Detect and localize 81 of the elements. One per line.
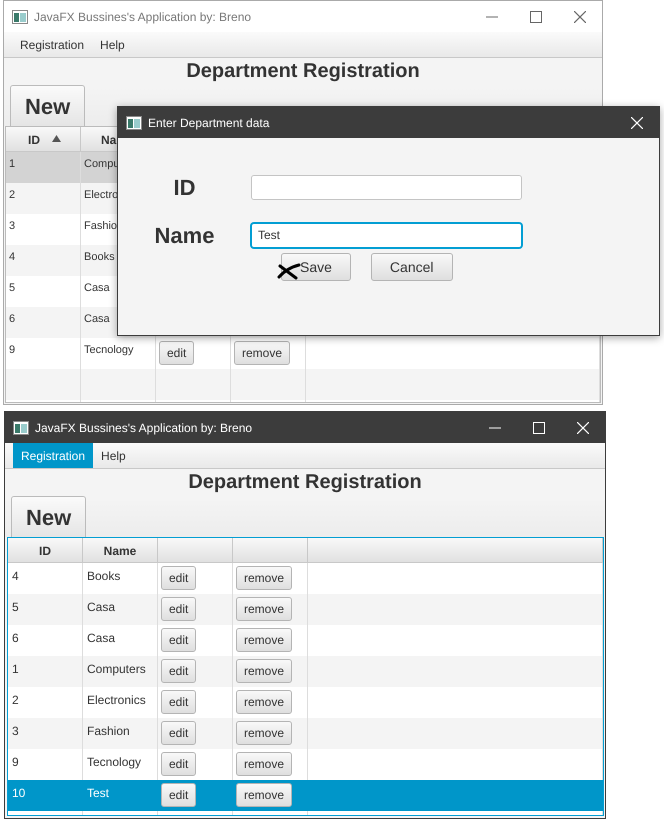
cell-text: 9 xyxy=(9,344,16,356)
remove-button[interactable]: remove xyxy=(236,628,292,652)
edit-button[interactable]: edit xyxy=(161,721,196,745)
remove-button[interactable]: remove xyxy=(236,783,292,807)
cell-text: 5 xyxy=(9,282,16,294)
app-icon xyxy=(126,116,142,130)
edit-button[interactable]: edit xyxy=(161,690,196,714)
window-title: JavaFX Bussines's Application by: Breno xyxy=(34,8,252,26)
remove-button[interactable]: remove xyxy=(236,566,292,590)
table-cell: Books xyxy=(84,251,115,263)
cell-text: 6 xyxy=(9,313,16,325)
table-cell: Electronics xyxy=(87,693,146,707)
table-cell: Casa xyxy=(84,313,110,325)
table-cell: Electro xyxy=(84,189,118,201)
cell-text: 9 xyxy=(12,755,19,769)
table-row[interactable]: 1 Computers edit remove xyxy=(8,656,603,687)
field-label: ID xyxy=(172,174,196,202)
table-cell: Tecnology xyxy=(87,755,142,769)
remove-button[interactable]: remove xyxy=(236,690,292,714)
edit-button[interactable]: edit xyxy=(161,566,196,590)
header-label: Na xyxy=(101,132,116,149)
new-button[interactable]: New xyxy=(11,496,86,537)
table-row[interactable]: 5 Casa edit remove xyxy=(8,594,603,625)
remove-button[interactable]: remove xyxy=(236,597,292,621)
cell-text: 3 xyxy=(12,724,19,738)
edit-button[interactable]: edit xyxy=(159,341,194,365)
edit-button[interactable]: edit xyxy=(161,628,196,652)
cell-text: 2 xyxy=(12,693,19,707)
table-cell: Books xyxy=(87,569,120,583)
cell-text: 1 xyxy=(9,158,16,170)
table-cell: Tecnology xyxy=(84,344,134,356)
window-title: JavaFX Bussines's Application by: Breno xyxy=(35,420,252,436)
remove-button[interactable]: remove xyxy=(234,341,290,365)
menu-item[interactable]: Help xyxy=(93,443,134,468)
table-cell: Computers xyxy=(87,662,146,676)
remove-button[interactable]: remove xyxy=(236,659,292,683)
table-cell: Test xyxy=(87,786,110,800)
edit-button[interactable]: edit xyxy=(161,597,196,621)
table-cell: Casa xyxy=(87,600,116,614)
app-icon xyxy=(13,420,29,434)
remove-button[interactable]: remove xyxy=(236,752,292,776)
cell-text: 5 xyxy=(12,600,19,614)
close-icon[interactable] xyxy=(574,10,586,22)
cell-text: 4 xyxy=(12,569,19,583)
header-label: Name xyxy=(104,543,136,560)
cursor-icon xyxy=(277,262,301,280)
save-button[interactable]: Save xyxy=(281,253,351,281)
remove-button[interactable]: remove xyxy=(236,721,292,745)
page-heading: Department Registration xyxy=(188,470,422,495)
new-button[interactable]: New xyxy=(10,85,86,126)
cell-text: 6 xyxy=(12,631,19,645)
table-row[interactable]: 3 Fashion edit remove xyxy=(8,718,603,749)
app-icon xyxy=(12,10,28,24)
cell-text: 10 xyxy=(12,786,26,800)
cell-text: 1 xyxy=(12,662,19,676)
cancel-button[interactable]: Cancel xyxy=(370,253,453,281)
input-field[interactable]: Test xyxy=(251,222,522,248)
table-cell: Fashion xyxy=(87,724,130,738)
input-field[interactable] xyxy=(251,174,522,200)
column-header[interactable]: ID xyxy=(6,127,81,151)
menu-item[interactable]: Help xyxy=(92,32,133,57)
edit-button[interactable]: edit xyxy=(161,659,196,683)
edit-button[interactable]: edit xyxy=(161,783,196,807)
sort-arrow-icon[interactable] xyxy=(52,135,61,142)
window-title: Enter Department data xyxy=(148,114,270,132)
page-heading: Department Registration xyxy=(186,59,420,84)
header-label: ID xyxy=(28,132,40,149)
cell-text: 4 xyxy=(9,251,16,263)
field-label: Name xyxy=(154,222,216,250)
table-cell: Fashio xyxy=(84,220,118,232)
column-header[interactable]: ID xyxy=(8,538,83,562)
maximize-icon[interactable] xyxy=(530,10,542,22)
table-cell: Casa xyxy=(84,282,110,294)
menu-item[interactable]: Registration xyxy=(12,32,92,57)
edit-button[interactable]: edit xyxy=(161,752,196,776)
column-header[interactable]: Name xyxy=(83,538,158,562)
header-label: ID xyxy=(39,543,51,560)
cell-text: 2 xyxy=(9,189,16,201)
table-row[interactable]: 10 Test edit remove xyxy=(8,780,603,811)
cell-text: 3 xyxy=(9,220,16,232)
table-cell: Casa xyxy=(87,631,116,645)
